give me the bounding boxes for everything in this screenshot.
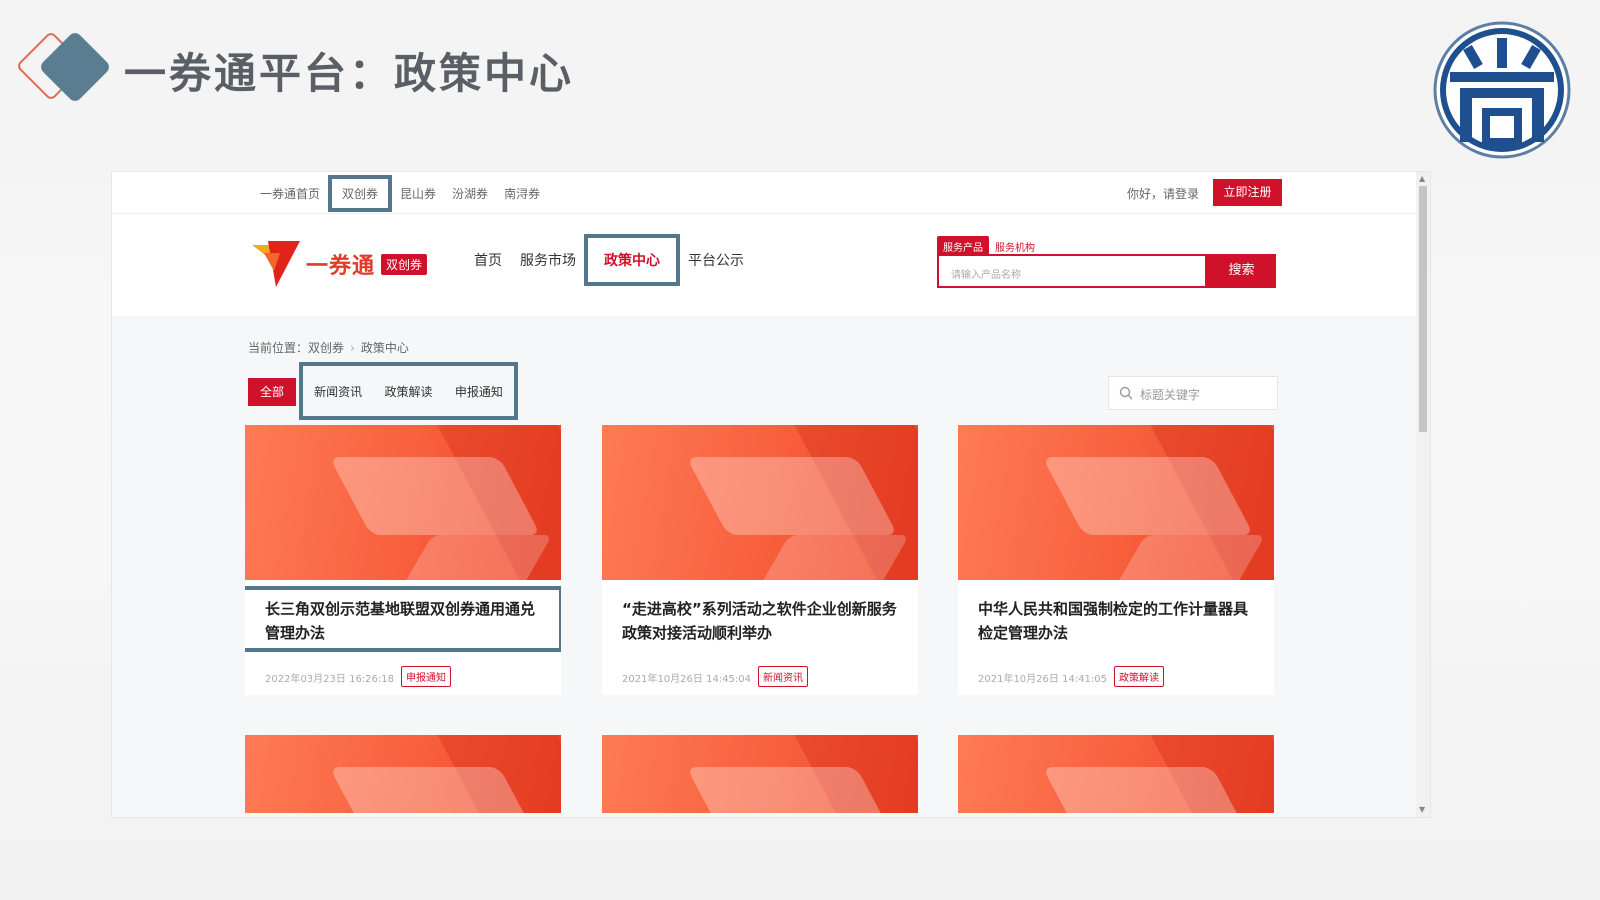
breadcrumb-item-policy: 政策中心 [360, 341, 409, 355]
breadcrumb-chevron-icon: › [350, 340, 355, 355]
keyword-search-input[interactable]: 标题关键字 [1108, 376, 1278, 410]
card-date: 2022年03月23日 16:26:18 [265, 674, 394, 685]
topnav-kunshan[interactable]: 昆山券 [400, 185, 436, 202]
card-banner-image [602, 425, 918, 580]
nav-platform-notice[interactable]: 平台公示 [688, 250, 744, 270]
scroll-thumb[interactable] [1419, 186, 1427, 432]
card-title[interactable]: 长三角双创示范基地联盟双创券通用通兑管理办法 [245, 586, 561, 652]
nav-home[interactable]: 首页 [474, 250, 502, 270]
news-card-partial[interactable] [245, 735, 561, 813]
filter-tab-notice[interactable]: 申报通知 [455, 383, 503, 400]
keyword-placeholder: 标题关键字 [1140, 388, 1201, 402]
search-placeholder: 请输入产品名称 [951, 270, 1021, 281]
breadcrumb-item-shuangchuang[interactable]: 双创券 [308, 339, 344, 356]
news-card[interactable]: “走进高校”系列活动之软件企业创新服务政策对接活动顺利举办 2021年10月26… [602, 425, 918, 695]
card-banner-image [958, 735, 1274, 813]
card-tag: 政策解读 [1114, 666, 1164, 687]
filter-all-tab[interactable]: 全部 [248, 378, 296, 406]
news-card[interactable]: 长三角双创示范基地联盟双创券通用通兑管理办法 2022年03月23日 16:26… [245, 425, 561, 695]
title-diamond-icon [15, 30, 118, 106]
top-bar: 一券通首页 双创券 昆山券 汾湖券 南浔券 你好，请登录 立即注册 [112, 172, 1418, 214]
card-title[interactable]: “走进高校”系列活动之软件企业创新服务政策对接活动顺利举办 [622, 597, 902, 645]
site-header: 一券通 双创券 首页 服务市场 政策中心 平台公示 服务产品 服务机构 请输入产… [112, 214, 1418, 316]
card-tag: 申报通知 [401, 666, 451, 687]
register-button[interactable]: 立即注册 [1213, 179, 1282, 206]
news-card-partial[interactable] [602, 735, 918, 813]
news-card[interactable]: 中华人民共和国强制检定的工作计量器具检定管理办法 2021年10月26日 14:… [958, 425, 1274, 695]
topnav-home[interactable]: 一券通首页 [260, 185, 320, 202]
search-input[interactable]: 请输入产品名称 [937, 254, 1207, 288]
search-button[interactable]: 搜索 [1207, 254, 1276, 288]
university-seal-logo [1433, 21, 1571, 159]
topnav-fenhu[interactable]: 汾湖券 [452, 185, 488, 202]
brand-tag: 双创券 [381, 253, 428, 275]
brand-v-logo-icon [252, 241, 300, 287]
brand-name: 一券通 [306, 254, 376, 279]
scroll-up-icon[interactable]: ▲ [1419, 174, 1425, 184]
breadcrumb-prefix: 当前位置： [248, 341, 309, 355]
breadcrumb: 当前位置： 双创券 › 政策中心 [248, 339, 409, 356]
news-card-partial[interactable] [958, 735, 1274, 813]
card-banner-image [958, 425, 1274, 580]
scroll-down-icon[interactable]: ▼ [1419, 805, 1425, 815]
slide-title: 一券通平台：政策中心 [124, 49, 575, 98]
topnav-shuangchuang[interactable]: 双创券 [328, 174, 393, 212]
brand-logo[interactable]: 一券通 双创券 [250, 239, 428, 289]
card-date: 2021年10月26日 14:41:05 [978, 674, 1107, 685]
search-icon [1119, 386, 1133, 400]
card-date: 2021年10月26日 14:45:04 [622, 674, 751, 685]
top-nav: 一券通首页 双创券 昆山券 汾湖券 南浔券 [260, 172, 556, 214]
card-banner-image [245, 735, 561, 813]
nav-policy-center[interactable]: 政策中心 [584, 234, 680, 286]
main-nav: 首页 服务市场 政策中心 平台公示 [474, 234, 762, 286]
card-banner-image [245, 425, 561, 580]
filter-tab-group: 新闻资讯 政策解读 申报通知 [299, 362, 518, 420]
card-title[interactable]: 中华人民共和国强制检定的工作计量器具检定管理办法 [978, 597, 1258, 645]
filter-tab-policy[interactable]: 政策解读 [384, 383, 432, 400]
filter-tab-news[interactable]: 新闻资讯 [314, 383, 362, 400]
login-link[interactable]: 你好，请登录 [1127, 185, 1199, 202]
vertical-scrollbar[interactable]: ▲ ▼ [1416, 172, 1430, 817]
browser-screenshot: 一券通首页 双创券 昆山券 汾湖券 南浔券 你好，请登录 立即注册 一券通 双创… [111, 171, 1431, 818]
card-banner-image [602, 735, 918, 813]
topnav-nanxun[interactable]: 南浔券 [504, 185, 540, 202]
nav-service-market[interactable]: 服务市场 [520, 250, 576, 270]
card-tag: 新闻资讯 [758, 666, 808, 687]
